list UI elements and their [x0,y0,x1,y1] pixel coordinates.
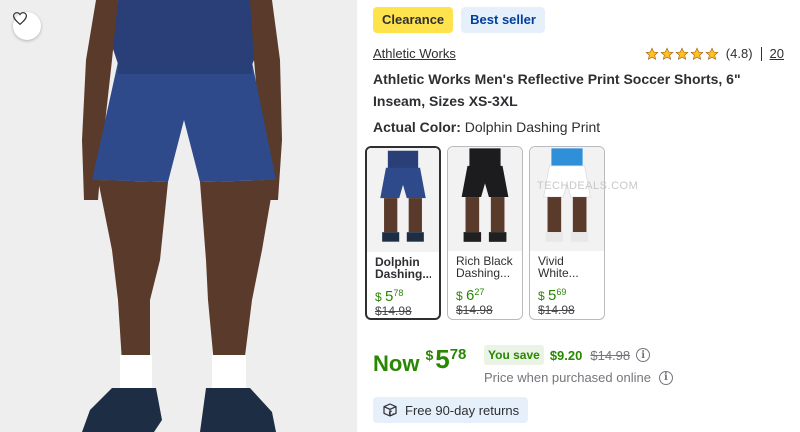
star-rating [645,46,719,61]
now-label: Now [373,351,420,376]
swatch-price-dollar: $ [375,290,382,304]
savings-row: You save $9.20 $14.98 i [484,345,651,365]
swatch-name: Dolphin Dashing... [375,256,431,281]
swatch-thumbnail [367,148,439,252]
heart-icon [13,12,27,25]
product-photo-illustration [0,0,357,432]
info-icon[interactable]: i [658,370,673,385]
swatch-was-price: $14.98 [375,304,412,318]
actual-color-label: Actual Color: [373,119,461,135]
product-image[interactable] [0,0,357,432]
swatch-price: $ 627 [456,285,514,303]
star-icon [645,46,659,60]
save-amount: $9.20 [549,347,583,363]
was-price: $14.98 [590,347,631,363]
color-swatch-dolphin-dashing[interactable]: Dolphin Dashing... $ 578 $14.98 [365,146,441,320]
info-icon[interactable]: i [636,348,651,362]
badge-row: Clearance Best seller [373,7,545,33]
actual-color: Actual Color: Dolphin Dashing Print [373,119,600,135]
rating-divider [760,46,762,61]
current-price: Now $ 5 78 [373,344,466,377]
free-returns-label: Free 90-day returns [405,402,520,418]
rating-value: (4.8) [725,46,753,61]
swatch-thumbnail [448,147,522,251]
swatch-was-price: $14.98 [538,303,575,317]
color-swatch-vivid-white[interactable]: Vivid White... $ 569 $14.98 [529,146,605,320]
clearance-badge: Clearance [373,7,454,33]
best-seller-badge: Best seller [461,7,545,33]
swatch-price-dollar: $ [538,289,545,303]
actual-color-value: Dolphin Dashing Print [464,119,601,135]
price-dollar-sign: $ [425,347,434,363]
product-title: Athletic Works Men's Reflective Print So… [373,71,741,109]
brand-link[interactable]: Athletic Works [373,46,456,61]
swatch-thumbnail [530,147,604,251]
star-icon [675,46,689,60]
swatch-price: $ 578 [375,286,431,304]
color-swatch-list: Dolphin Dashing... $ 578 $14.98 Rich Bla… [365,146,605,320]
color-swatch-rich-black[interactable]: Rich Black Dashing... $ 627 $14.98 [447,146,523,320]
swatch-price-dollar: $ [456,289,463,303]
online-price-note: Price when purchased online i [484,370,673,385]
swatch-name: Rich Black Dashing... [456,255,513,280]
return-box-icon [383,403,397,417]
star-icon [660,46,674,60]
star-icon [690,46,704,60]
product-details: Clearance Best seller Athletic Works (4.… [357,0,800,432]
swatch-price-cents: 27 [474,287,485,297]
swatch-price: $ 569 [538,285,596,303]
rating-summary[interactable]: (4.8) 20 [645,46,784,61]
swatch-name: Vivid White... [538,255,579,280]
swatch-was-price: $14.98 [456,303,493,317]
free-returns-banner[interactable]: Free 90-day returns [373,397,529,423]
review-count-link[interactable]: 20 [770,46,784,61]
you-save-badge: You save [484,345,544,365]
swatch-price-cents: 78 [393,288,404,298]
watermark: TECHDEALS.COM [537,180,639,192]
price-whole: 5 [435,344,450,374]
swatch-price-cents: 69 [556,287,567,297]
price-cents: 78 [449,346,467,363]
favorite-button[interactable] [13,12,41,40]
star-icon [705,46,719,60]
online-price-note-text: Price when purchased online [484,370,651,385]
